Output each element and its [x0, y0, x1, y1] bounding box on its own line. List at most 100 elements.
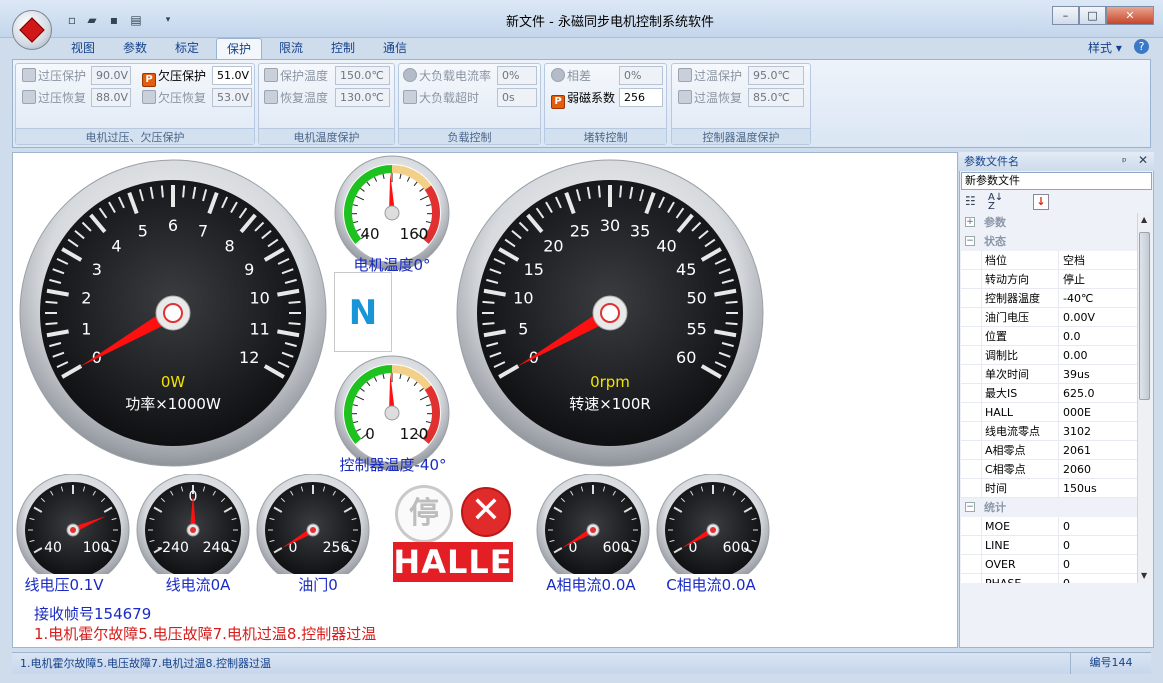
panel-close-icon[interactable]: ✕ — [1138, 153, 1148, 167]
property-value[interactable]: 2061 — [1059, 441, 1091, 460]
property-row[interactable]: 时间 150us — [961, 479, 1137, 498]
sort-az-icon[interactable]: A↓ Z — [988, 193, 1006, 212]
property-value[interactable]: 0.00V — [1059, 308, 1095, 327]
expand-icon[interactable]: + — [965, 217, 975, 227]
tab-view[interactable]: 视图 — [62, 38, 104, 60]
weak-field-checkbox[interactable]: P 弱磁系数 — [551, 88, 615, 109]
property-value[interactable]: 停止 — [1059, 270, 1085, 289]
motor-temp-recover-checkbox[interactable]: 恢复温度 — [264, 88, 328, 108]
property-row[interactable]: PHASE0 — [961, 574, 1137, 583]
property-value[interactable]: 150us — [1059, 479, 1097, 498]
motor-temp-recover-field[interactable]: 130.0℃ — [335, 88, 390, 107]
property-row[interactable]: 位置 0.0 — [961, 327, 1137, 346]
ctrl-temp-recover-checkbox[interactable]: 过温恢复 — [678, 88, 742, 108]
overvolt-recover-field[interactable]: 88.0V — [91, 88, 131, 107]
property-row[interactable]: 控制器温度 -40℃ — [961, 289, 1137, 308]
qat-dropdown-icon[interactable]: ▾ — [160, 12, 176, 28]
property-value[interactable]: 空档 — [1059, 251, 1085, 270]
property-value[interactable]: 3102 — [1059, 422, 1091, 441]
ctrl-temp-checkbox[interactable]: 过温保护 — [678, 66, 742, 86]
load-timeout-checkbox[interactable]: 大负载超时 — [403, 88, 479, 108]
property-value[interactable]: 000E — [1059, 403, 1091, 422]
property-category[interactable]: − 状态 — [961, 232, 1137, 251]
motor-temp-field[interactable]: 150.0℃ — [335, 66, 390, 85]
tab-comm[interactable]: 通信 — [374, 38, 416, 60]
param-file-name-field[interactable]: 新参数文件 — [961, 172, 1152, 190]
needle-cap — [310, 527, 316, 533]
property-row[interactable]: 档位 空档 — [961, 251, 1137, 270]
scroll-up-icon[interactable]: ▲ — [1141, 215, 1147, 224]
undervolt-field[interactable]: 51.0V — [212, 66, 252, 85]
property-category[interactable]: + 参数 — [961, 213, 1137, 232]
property-row[interactable]: 调制比 0.00 — [961, 346, 1137, 365]
save-icon[interactable]: ▪ — [106, 12, 122, 28]
undervolt-recover-field[interactable]: 53.0V — [212, 88, 252, 107]
property-row[interactable]: LINE 0 — [961, 536, 1137, 555]
property-category[interactable]: − 统计 — [961, 498, 1137, 517]
property-value[interactable]: 2060 — [1059, 460, 1091, 479]
status-bar: 1.电机霍尔故障5.电压故障7.电机过温8.控制器过温 — [12, 652, 1151, 674]
tab-params[interactable]: 参数 — [114, 38, 156, 60]
tab-protection[interactable]: 保护 — [216, 38, 262, 60]
property-value[interactable]: 0 — [1059, 517, 1070, 536]
phase-diff-checkbox[interactable]: 相差 — [551, 66, 591, 86]
load-rate-field[interactable]: 0% — [497, 66, 537, 85]
overvolt-field[interactable]: 90.0V — [91, 66, 131, 85]
property-row[interactable]: MOE 0 — [961, 517, 1137, 536]
collapse-icon[interactable]: − — [965, 502, 975, 512]
property-value[interactable]: 39us — [1059, 365, 1090, 384]
print-icon[interactable]: ▤ — [128, 12, 144, 28]
close-button[interactable]: ✕ — [1106, 6, 1154, 25]
ctrl-temp-recover-field[interactable]: 85.0℃ — [748, 88, 804, 107]
property-row[interactable]: 单次时间 39us — [961, 365, 1137, 384]
overvolt-checkbox[interactable]: 过压保护 — [22, 66, 86, 86]
app-menu-button[interactable] — [12, 10, 52, 50]
property-row[interactable]: C相零点 2060 — [961, 460, 1137, 479]
property-row[interactable]: 转动方向 停止 — [961, 270, 1137, 289]
weak-field-field[interactable]: 256 — [619, 88, 663, 107]
property-row[interactable]: 油门电压 0.00V — [961, 308, 1137, 327]
download-params-icon[interactable]: ↓ — [1033, 194, 1049, 210]
scroll-down-icon[interactable]: ▼ — [1141, 571, 1147, 580]
minimize-button[interactable]: – — [1052, 6, 1079, 25]
property-value[interactable]: 0 — [1059, 536, 1070, 555]
phase-diff-field[interactable]: 0% — [619, 66, 663, 85]
pin-icon[interactable]: ᵖ — [1122, 155, 1127, 168]
panel-toolbar: ☷ A↓ Z ↓ — [961, 192, 1152, 212]
undervolt-recover-checkbox[interactable]: 欠压恢复 — [142, 88, 206, 108]
property-key: MOE — [981, 517, 1059, 536]
scroll-thumb[interactable] — [1139, 232, 1150, 400]
ctrl-temp-field[interactable]: 95.0℃ — [748, 66, 804, 85]
load-timeout-field[interactable]: 0s — [497, 88, 537, 107]
property-row[interactable]: 线电流零点 3102 — [961, 422, 1137, 441]
maximize-button[interactable]: □ — [1079, 6, 1106, 25]
undervolt-checkbox[interactable]: P 欠压保护 — [142, 66, 206, 87]
load-rate-checkbox[interactable]: 大负载电流率 — [403, 66, 491, 86]
property-row[interactable]: A相零点 2061 — [961, 441, 1137, 460]
disabled-check-icon — [22, 68, 36, 82]
tab-calibration[interactable]: 标定 — [166, 38, 208, 60]
motor-temp-checkbox[interactable]: 保护温度 — [264, 66, 328, 86]
property-value[interactable]: 0.00 — [1059, 346, 1088, 365]
categorized-icon[interactable]: ☷ — [965, 194, 981, 210]
open-folder-icon[interactable]: ▰ — [84, 12, 100, 28]
property-value[interactable]: 0 — [1059, 574, 1070, 583]
help-icon[interactable]: ? — [1134, 39, 1149, 54]
property-row[interactable]: HALL 000E — [961, 403, 1137, 422]
style-menu[interactable]: 样式 ▾ — [1088, 39, 1122, 56]
tab-current-limit[interactable]: 限流 — [270, 38, 312, 60]
needle-cap — [163, 303, 183, 323]
tick-label: 25 — [570, 221, 590, 240]
overvolt-recover-checkbox[interactable]: 过压恢复 — [22, 88, 86, 108]
property-row[interactable]: 最大IS 625.0 — [961, 384, 1137, 403]
property-value[interactable]: -40℃ — [1059, 289, 1093, 308]
property-row[interactable]: OVER 0 — [961, 555, 1137, 574]
property-value[interactable]: 625.0 — [1059, 384, 1095, 403]
new-file-icon[interactable]: ▫ — [64, 12, 80, 28]
group-label: 电机过压、欠压保护 — [16, 128, 254, 144]
tab-control[interactable]: 控制 — [322, 38, 364, 60]
property-value[interactable]: 0.0 — [1059, 327, 1081, 346]
property-grid: + 参数 − 状态 档位 空档 转动方向 停止 控制器温度 -40℃ 油门电压 0.00V 位置 0.0 调… — [961, 213, 1137, 583]
property-value[interactable]: 0 — [1059, 555, 1070, 574]
collapse-icon[interactable]: − — [965, 236, 975, 246]
